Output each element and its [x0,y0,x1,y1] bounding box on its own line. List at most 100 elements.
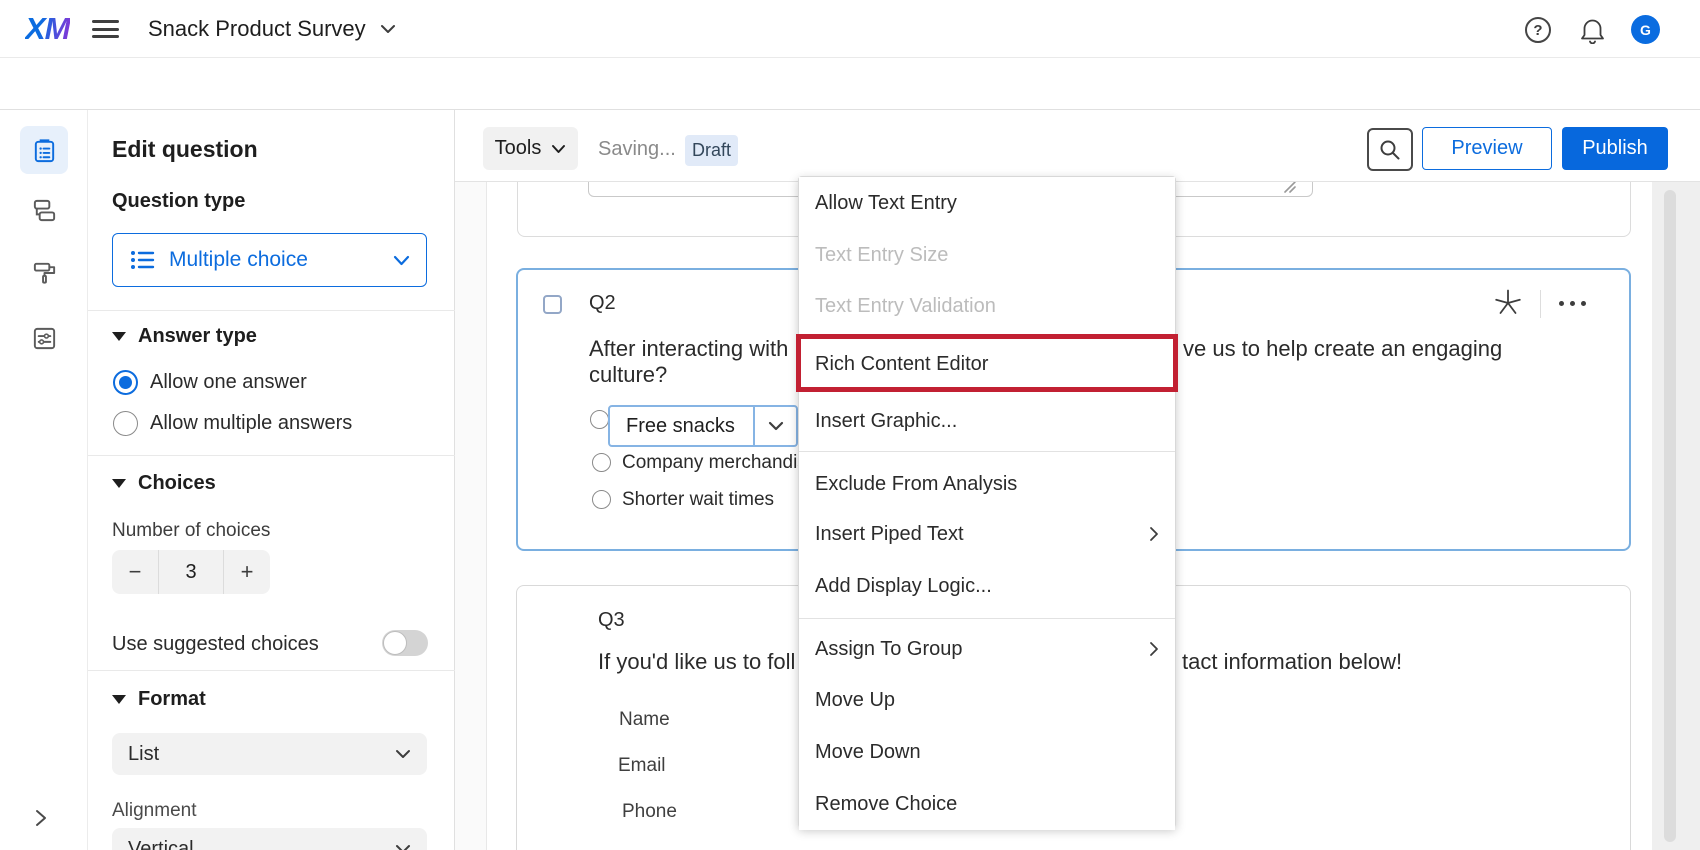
rail-item-survey-options[interactable] [30,324,58,352]
toggle-knob [383,631,407,655]
rail-item-look-feel[interactable] [30,258,58,286]
edit-question-panel: Edit question Question type Multiple cho… [88,110,455,850]
divider [1540,290,1541,318]
menu-item-move-up[interactable]: Move Up [799,674,1175,726]
tools-button[interactable]: Tools [483,127,578,170]
choice2-radio[interactable] [592,453,611,472]
question-type-value: Multiple choice [169,248,379,272]
chevron-down-icon [395,749,411,759]
chevron-down-icon [393,255,410,266]
number-of-choices-label: Number of choices [112,520,270,542]
choice2-label[interactable]: Company merchandise [622,452,817,474]
collapse-triangle-icon [112,695,126,704]
chevron-down-icon [395,844,411,850]
answer-type-label: Answer type [138,325,257,348]
decrement-button[interactable]: − [112,550,158,594]
bell-icon[interactable] [1580,17,1605,44]
nav-tab-bar: Survey Actions Distributions Data & Anal… [0,58,1700,110]
format-label: Format [138,688,206,711]
q3-question-text-right[interactable]: tact information below! [1182,649,1402,675]
qualtrics-survey-editor: XM Snack Product Survey ? G Survey Actio… [0,0,1700,850]
answer-type-allow-one[interactable]: Allow one answer [113,370,307,395]
choices-section-header[interactable]: Choices [112,472,216,495]
choice3-label[interactable]: Shorter wait times [622,489,774,511]
canvas-right-gutter [1652,182,1700,850]
menu-item-insert-graphic[interactable]: Insert Graphic... [799,395,1175,447]
paint-roller-icon [31,259,58,286]
menu-item-exclude-from-analysis[interactable]: Exclude From Analysis [799,458,1175,510]
answer-type-section-header[interactable]: Answer type [112,325,257,348]
menu-item-rich-content-editor[interactable]: Rich Content Editor [799,338,1175,390]
left-icon-rail [0,110,88,850]
q3-field-name-label: Name [619,709,670,731]
menu-item-move-down[interactable]: Move Down [799,726,1175,778]
increment-button[interactable]: + [224,550,270,594]
vertical-scrollbar[interactable] [1664,190,1676,842]
user-avatar[interactable]: G [1631,15,1660,44]
menu-item-text-entry-size: Text Entry Size [799,229,1175,281]
rail-item-survey-flow[interactable] [30,196,58,224]
choice1-dropdown-button[interactable] [753,407,796,445]
clipboard-list-icon [31,137,58,164]
more-options-icon[interactable] [1559,301,1586,306]
format-select[interactable]: List [112,733,427,775]
menu-divider [799,451,1175,452]
q2-select-checkbox[interactable] [543,295,562,314]
collapse-triangle-icon [112,479,126,488]
search-button[interactable] [1367,128,1413,171]
draft-status-badge: Draft [685,135,738,166]
q2-question-text-left[interactable]: After interacting with [589,336,788,362]
panel-title: Edit question [112,136,258,163]
question-type-dropdown[interactable]: Multiple choice [112,233,427,287]
q3-field-phone-label: Phone [622,801,677,823]
choice1-edit-box: Free snacks [608,405,798,447]
collapse-panel-chevron[interactable] [34,808,48,828]
alignment-label: Alignment [112,800,197,822]
choice3-radio[interactable] [592,490,611,509]
use-suggested-choices-label: Use suggested choices [112,633,319,656]
chevron-down-icon [380,24,396,34]
editor-toolbar: Tools Saving... Draft Preview Publish [455,110,1700,182]
chevron-right-icon [1149,526,1159,542]
q3-label: Q3 [598,609,625,632]
textarea-resize-grip-icon[interactable] [1284,182,1297,194]
number-of-choices-stepper: − 3 + [112,550,270,594]
saving-status: Saving... [598,138,676,161]
survey-title: Snack Product Survey [148,16,366,42]
help-icon[interactable]: ? [1525,17,1551,43]
menu-item-allow-text-entry[interactable]: Allow Text Entry [799,177,1175,229]
q2-question-text-right[interactable]: ve us to help create an engaging [1183,336,1502,362]
search-icon [1379,139,1401,161]
format-section-header[interactable]: Format [112,688,206,711]
choice1-text-input[interactable]: Free snacks [610,407,753,445]
sliders-panel-icon [31,325,58,352]
radio-selected-icon [113,370,138,395]
collapse-triangle-icon [112,332,126,341]
choice1-radio[interactable] [590,410,609,429]
choice-context-menu: Allow Text Entry Text Entry Size Text En… [798,176,1176,828]
q2-question-text-line2[interactable]: culture? [589,362,667,388]
flow-blocks-icon [31,197,58,224]
answer-type-allow-multiple[interactable]: Allow multiple answers [113,411,352,436]
radio-unselected-icon [113,411,138,436]
preview-button[interactable]: Preview [1422,127,1552,170]
rail-item-builder[interactable] [20,126,68,174]
menu-item-text-entry-validation: Text Entry Validation [799,280,1175,332]
multiple-choice-list-icon [129,249,155,271]
menu-item-assign-to-group[interactable]: Assign To Group [799,623,1175,675]
top-bar: XM Snack Product Survey ? G [0,0,1700,58]
choices-label: Choices [138,472,216,495]
use-suggested-choices-toggle[interactable] [382,630,428,656]
choices-count-value: 3 [158,550,224,594]
menu-item-add-display-logic[interactable]: Add Display Logic... [799,560,1175,612]
survey-title-dropdown[interactable]: Snack Product Survey [148,15,396,43]
q3-question-text-left[interactable]: If you'd like us to foll [598,649,795,675]
publish-button[interactable]: Publish [1562,127,1668,170]
chevron-down-icon [551,144,566,154]
alignment-select[interactable]: Vertical [112,828,427,850]
menu-item-insert-piped-text[interactable]: Insert Piped Text [799,508,1175,560]
menu-item-remove-choice[interactable]: Remove Choice [799,778,1175,830]
hamburger-menu-icon[interactable] [92,20,119,38]
q2-label: Q2 [589,292,616,315]
star-icon[interactable] [1493,288,1523,318]
